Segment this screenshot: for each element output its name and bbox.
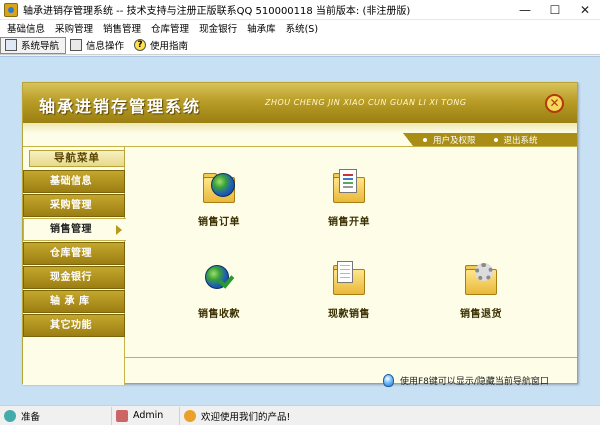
tile-label: 销售开单 (328, 217, 370, 228)
monitor-icon (5, 39, 17, 51)
help-icon: ? (134, 39, 147, 51)
status-welcome-text: 欢迎使用我们的产品! (201, 411, 291, 423)
tile-cash-sales[interactable]: 现款销售 (309, 261, 389, 320)
status-user: Admin (112, 406, 180, 425)
menu-cash-bank[interactable]: 现金银行 (194, 21, 242, 35)
users-permissions-link[interactable]: 用户及权限 (423, 134, 476, 146)
tile-sales-invoice[interactable]: 销售开单 (309, 169, 389, 228)
panel-title: 轴承进销存管理系统 (39, 97, 202, 116)
nav-header: 导航菜单 (29, 150, 125, 167)
lightbulb-icon (383, 374, 394, 387)
info-operation-label: 信息操作 (86, 41, 125, 52)
nav-item-sales[interactable]: 销售管理 (23, 218, 126, 241)
client-area: 轴承进销存管理系统 ZHOU CHENG JIN XIAO CUN GUAN L… (0, 56, 600, 405)
close-window-button[interactable]: ✕ (570, 0, 600, 20)
minimize-button[interactable]: — (510, 0, 540, 20)
navigation-panel: 轴承进销存管理系统 ZHOU CHENG JIN XIAO CUN GUAN L… (22, 82, 578, 387)
status-ready: 准备 (0, 406, 112, 425)
status-ready-text: 准备 (21, 411, 41, 423)
nav-item-bearing-library[interactable]: 轴 承 库 (23, 290, 125, 313)
hint: 使用F8键可以显示/隐藏当前导航窗口 (383, 374, 549, 387)
user-bar: 用户及权限 退出系统 (413, 133, 577, 146)
window-controls: — ☐ ✕ (510, 0, 600, 20)
ready-icon (4, 409, 16, 422)
nav-sidebar: 导航菜单 基础信息 采购管理 销售管理 仓库管理 现金银行 轴 承 库 其它功能 (23, 147, 126, 385)
nav-item-warehouse[interactable]: 仓库管理 (23, 242, 125, 265)
tile-sales-return[interactable]: 销售退货 (441, 261, 521, 320)
nav-item-basic-info[interactable]: 基础信息 (23, 170, 125, 193)
menu-bar: 基础信息 采购管理 销售管理 仓库管理 现金银行 轴承库 系统(S) (0, 20, 600, 36)
menu-sales[interactable]: 销售管理 (98, 21, 146, 35)
nav-item-purchase[interactable]: 采购管理 (23, 194, 125, 217)
menu-warehouse[interactable]: 仓库管理 (146, 21, 194, 35)
close-panel-icon[interactable]: ✕ (545, 94, 564, 113)
maximize-button[interactable]: ☐ (540, 0, 570, 20)
panel-header: 轴承进销存管理系统 ZHOU CHENG JIN XIAO CUN GUAN L… (23, 83, 577, 123)
info-operation-button[interactable]: 信息操作 (66, 37, 130, 54)
user-guide-button[interactable]: ? 使用指南 (130, 37, 194, 54)
exit-system-label: 退出系统 (503, 135, 538, 146)
exit-system-link[interactable]: 退出系统 (493, 134, 538, 146)
status-bar: 准备 Admin 欢迎使用我们的产品! (0, 405, 600, 425)
panel-subtitle: ZHOU CHENG JIN XIAO CUN GUAN LI XI TONG (265, 98, 467, 107)
tile-sales-receipt[interactable]: 销售收款 (179, 261, 259, 320)
nav-item-other[interactable]: 其它功能 (23, 314, 125, 337)
bullet-icon (423, 137, 427, 142)
tile-label: 销售退货 (460, 309, 502, 320)
divider (125, 357, 577, 358)
app-icon (4, 2, 18, 17)
title-bar: 轴承进销存管理系统 -- 技术支持与注册正版联系QQ 510000118 当前版… (0, 0, 600, 20)
tile-label: 销售订单 (198, 217, 240, 228)
status-user-text: Admin (133, 410, 164, 421)
window-icon (70, 39, 83, 51)
tile-sales-order[interactable]: 销售订单 (179, 169, 259, 228)
folder-globe-icon (201, 169, 237, 205)
nav-item-cash-bank[interactable]: 现金银行 (23, 266, 125, 289)
welcome-icon (184, 409, 196, 422)
menu-bearing-library[interactable]: 轴承库 (242, 21, 281, 35)
globe-check-icon (201, 261, 237, 297)
tile-label: 销售收款 (198, 309, 240, 320)
user-bar-wedge (403, 133, 413, 146)
system-nav-label: 系统导航 (21, 41, 60, 52)
panel-strip (23, 123, 577, 133)
hint-text: 使用F8键可以显示/隐藏当前导航窗口 (400, 377, 549, 387)
user-icon (116, 409, 128, 422)
content-area: 销售订单 销售开单 销售收款 现款销售 销售退货 (125, 147, 577, 357)
users-permissions-label: 用户及权限 (433, 135, 476, 146)
folder-document-icon (331, 169, 367, 205)
toolbar: 系统导航 信息操作 ? 使用指南 (0, 36, 600, 55)
system-nav-button[interactable]: 系统导航 (0, 36, 67, 54)
menu-system[interactable]: 系统(S) (281, 21, 323, 35)
window-title: 轴承进销存管理系统 -- 技术支持与注册正版联系QQ 510000118 当前版… (23, 6, 411, 17)
menu-purchase[interactable]: 采购管理 (50, 21, 98, 35)
bullet-icon (493, 137, 498, 142)
status-welcome: 欢迎使用我们的产品! (180, 407, 360, 425)
menu-basic-info[interactable]: 基础信息 (2, 21, 50, 35)
tile-label: 现款销售 (328, 309, 370, 320)
folder-gear-icon (463, 261, 499, 297)
folder-calendar-icon (331, 261, 367, 297)
user-guide-label: 使用指南 (150, 41, 189, 52)
